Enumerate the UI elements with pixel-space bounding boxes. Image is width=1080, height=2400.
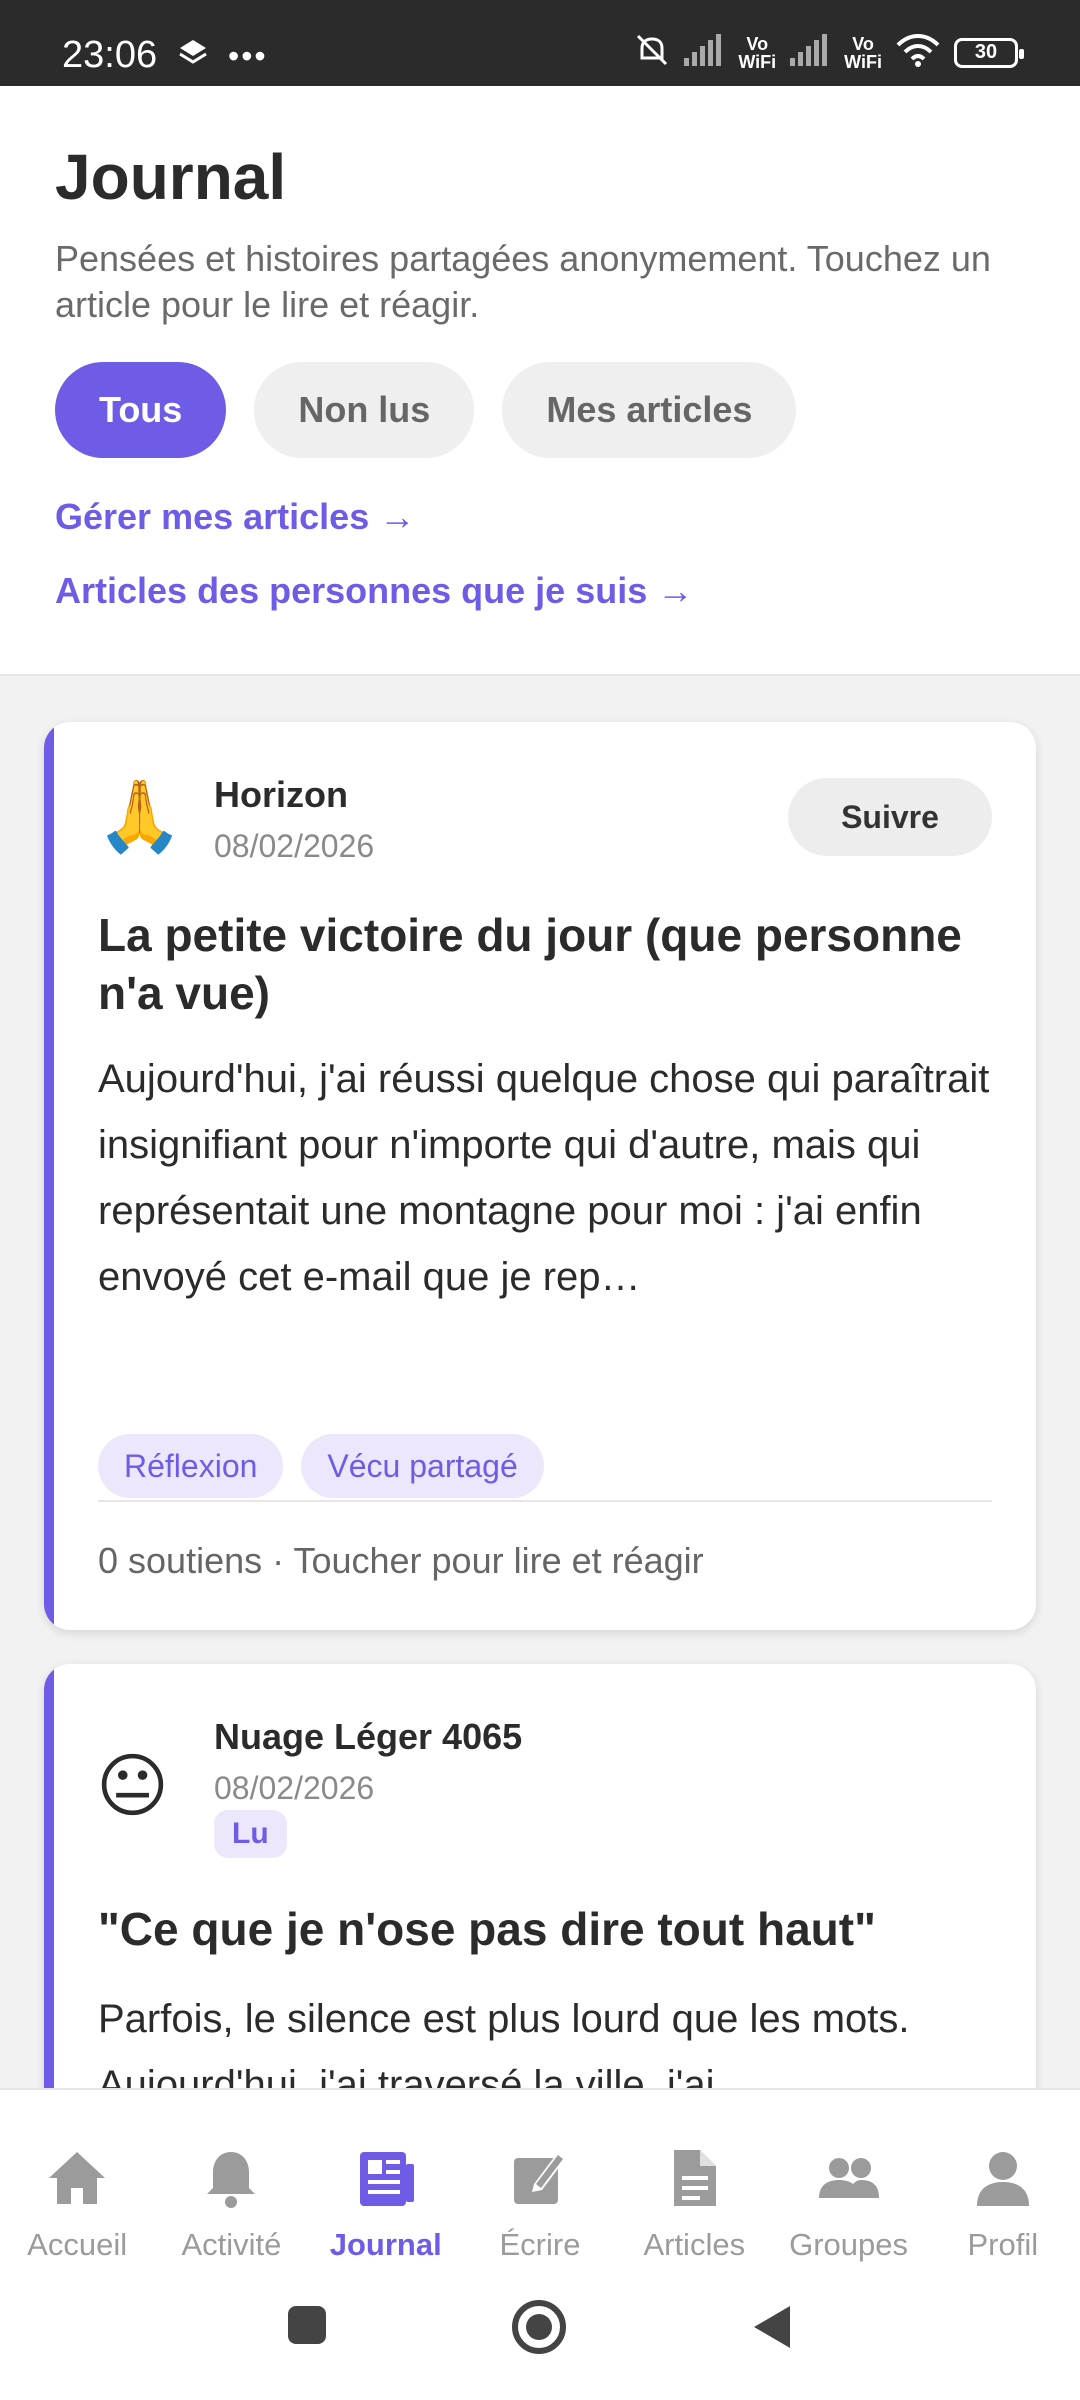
mute-bell-icon bbox=[634, 32, 670, 73]
home-icon bbox=[43, 2144, 111, 2217]
nav-write[interactable]: Écrire bbox=[463, 2090, 617, 2268]
filter-all-chip[interactable]: Tous bbox=[55, 362, 227, 458]
author-avatar: 😐 bbox=[96, 1747, 169, 1825]
tag-reflection: Réflexion bbox=[98, 1434, 284, 1498]
card-divider bbox=[98, 1500, 992, 1502]
filter-my-articles-chip[interactable]: Mes articles bbox=[502, 362, 797, 458]
status-time: 23:06 bbox=[62, 34, 158, 76]
vowifi-icon: Vo WiFi bbox=[738, 33, 777, 72]
nav-groups[interactable]: Groupes bbox=[771, 2090, 925, 2268]
filter-unread-chip[interactable]: Non lus bbox=[254, 362, 475, 458]
status-bar: 23:06 ••• Vo WiFi Vo WiFi 30 bbox=[0, 0, 1080, 86]
nav-articles[interactable]: Articles bbox=[617, 2090, 771, 2268]
recent-apps-button[interactable] bbox=[286, 2304, 328, 2351]
post-meta: 0 soutiens · Toucher pour lire et réagir bbox=[98, 1540, 704, 1581]
post-date: 08/02/2026 bbox=[214, 1770, 375, 1806]
post-title: La petite victoire du jour (que personne… bbox=[98, 909, 962, 1019]
post-tags: Réflexion Vécu partagé bbox=[98, 1434, 544, 1498]
document-icon bbox=[660, 2144, 728, 2217]
nav-label: Journal bbox=[329, 2227, 442, 2262]
app-notification-icon bbox=[176, 36, 210, 75]
edit-icon bbox=[506, 2144, 574, 2217]
journal-header: Journal Pensées et histoires partagées a… bbox=[0, 86, 1080, 676]
post-card[interactable]: 🙏 Horizon 08/02/2026 Suivre La petite vi… bbox=[44, 722, 1036, 1630]
tag-shared-experience: Vécu partagé bbox=[301, 1434, 544, 1498]
read-badge: Lu bbox=[214, 1810, 287, 1858]
filter-chips: Tous Non lus Mes articles bbox=[55, 362, 797, 458]
bell-icon bbox=[197, 2144, 265, 2217]
nav-profile[interactable]: Profil bbox=[926, 2090, 1080, 2268]
nav-label: Écrire bbox=[499, 2227, 581, 2262]
status-right-icons: Vo WiFi Vo WiFi 30 bbox=[634, 32, 1024, 73]
signal-icon-2 bbox=[790, 34, 830, 71]
page-title: Journal bbox=[55, 141, 287, 213]
nav-activity[interactable]: Activité bbox=[154, 2090, 308, 2268]
nav-label: Accueil bbox=[27, 2227, 128, 2262]
group-icon bbox=[815, 2144, 883, 2217]
nav-journal[interactable]: Journal bbox=[309, 2090, 463, 2268]
home-button[interactable] bbox=[510, 2298, 568, 2361]
battery-icon: 30 bbox=[954, 37, 1024, 68]
system-navigation-bar bbox=[0, 2268, 1080, 2400]
following-articles-link[interactable]: Articles des personnes que je suis → bbox=[55, 570, 693, 612]
nav-label: Activité bbox=[181, 2227, 282, 2262]
post-title: "Ce que je n'ose pas dire tout haut" bbox=[98, 1903, 876, 1955]
post-date: 08/02/2026 bbox=[214, 828, 375, 864]
follow-button[interactable]: Suivre bbox=[788, 778, 992, 856]
back-button[interactable] bbox=[752, 2304, 792, 2355]
nav-home[interactable]: Accueil bbox=[0, 2090, 154, 2268]
post-author: Nuage Léger 4065 bbox=[214, 1716, 523, 1757]
post-excerpt: Aujourd'hui, j'ai réussi quelque chose q… bbox=[98, 1057, 990, 1299]
nav-label: Articles bbox=[643, 2227, 746, 2262]
bottom-navigation: Accueil Activité Journal Écrire Articles… bbox=[0, 2088, 1080, 2268]
nav-label: Groupes bbox=[789, 2227, 908, 2262]
vowifi-icon-2: Vo WiFi bbox=[844, 33, 882, 72]
manage-articles-link[interactable]: Gérer mes articles → bbox=[55, 496, 415, 538]
journal-icon bbox=[352, 2144, 420, 2217]
signal-icon bbox=[684, 34, 724, 71]
profile-icon bbox=[969, 2144, 1037, 2217]
nav-label: Profil bbox=[967, 2227, 1039, 2262]
author-avatar: 🙏 bbox=[96, 777, 184, 855]
post-author: Horizon bbox=[214, 774, 348, 815]
page-subtitle: Pensées et histoires partagées anonymeme… bbox=[55, 238, 991, 325]
more-notifications-icon: ••• bbox=[228, 37, 268, 74]
status-left-icons: ••• bbox=[176, 36, 268, 75]
wifi-icon bbox=[896, 33, 940, 72]
